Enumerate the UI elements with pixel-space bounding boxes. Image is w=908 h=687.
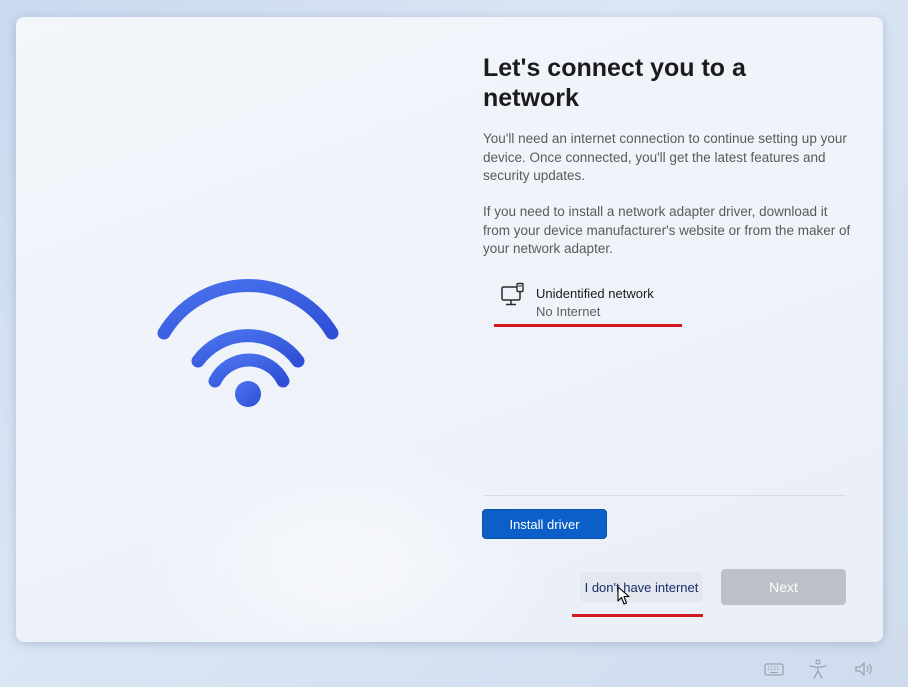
divider (483, 495, 846, 496)
next-button[interactable]: Next (721, 569, 846, 605)
no-internet-link[interactable]: I don't have internet (580, 572, 703, 602)
annotation-underline-network (494, 324, 682, 327)
wifi-icon (157, 279, 339, 407)
page-title: Let's connect you to a network (483, 54, 746, 112)
install-driver-button[interactable]: Install driver (482, 509, 607, 539)
network-item[interactable]: Unidentified network No Internet (500, 281, 690, 321)
wired-network-icon (501, 282, 524, 306)
mouse-cursor-icon (617, 586, 630, 605)
background-decoration (136, 437, 556, 642)
keyboard-icon[interactable] (762, 658, 786, 680)
network-name: Unidentified network (536, 286, 654, 301)
network-status: No Internet (536, 304, 601, 319)
description-connection: You'll need an internet connection to co… (483, 131, 847, 183)
description-driver: If you need to install a network adapter… (483, 204, 851, 256)
setup-dialog: Let's connect you to a network You'll ne… (16, 17, 883, 642)
annotation-underline-no-internet (572, 614, 703, 617)
accessibility-icon[interactable] (806, 658, 830, 680)
volume-icon[interactable] (852, 658, 876, 680)
